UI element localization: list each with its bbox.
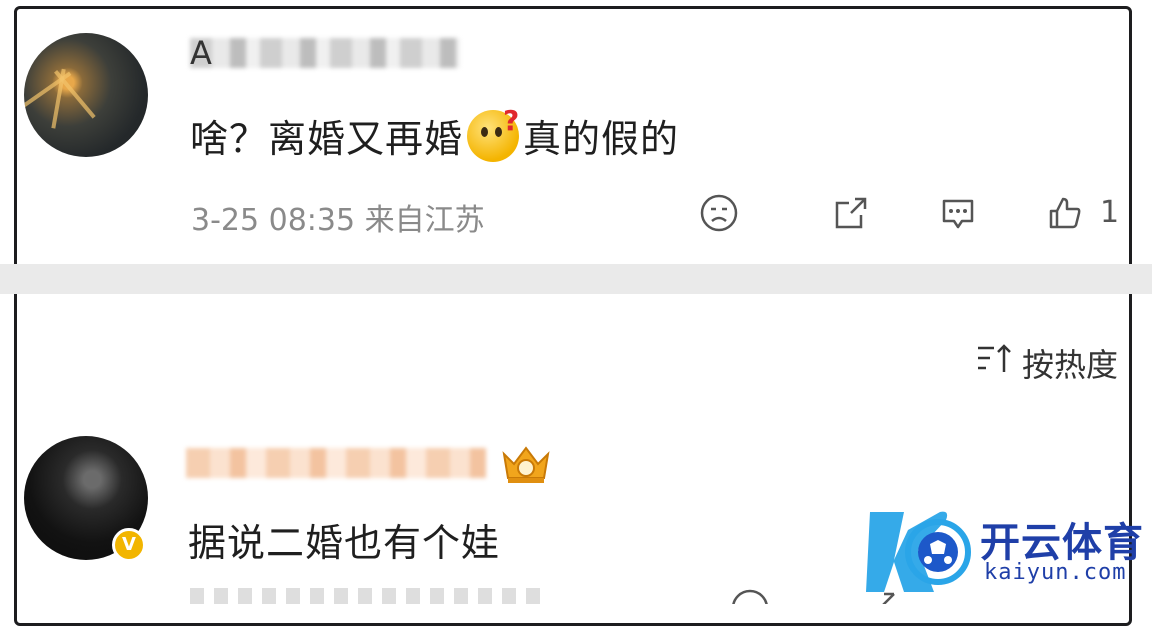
section-divider bbox=[0, 264, 1152, 294]
sort-icon bbox=[976, 342, 1014, 384]
comment-text: 啥？离婚又再婚? 真的假的 bbox=[190, 104, 680, 163]
sad-face-icon[interactable] bbox=[730, 588, 772, 604]
sad-face-icon[interactable] bbox=[698, 192, 740, 234]
comment-text-part: 啥？离婚又再婚 bbox=[190, 117, 464, 161]
comment-meta: 3-25 08:35 来自江苏 bbox=[191, 203, 485, 238]
vip-badge-icon: V bbox=[112, 528, 146, 562]
like-icon[interactable] bbox=[1044, 192, 1086, 234]
sort-label: 按热度 bbox=[1021, 346, 1118, 384]
share-icon[interactable] bbox=[830, 192, 872, 234]
crown-badge-icon bbox=[498, 440, 554, 486]
comment-text: 据说二婚也有个娃 bbox=[188, 521, 501, 565]
username-blurred[interactable] bbox=[186, 448, 486, 478]
confused-face-icon: ? bbox=[467, 104, 519, 162]
watermark-url: kaiyun.com bbox=[984, 560, 1127, 585]
comment-icon[interactable] bbox=[937, 192, 979, 234]
sort-by-hot-button[interactable]: 按热度 bbox=[976, 340, 1118, 386]
comment-meta-cutoff bbox=[190, 588, 550, 604]
like-count: 1 bbox=[1100, 195, 1120, 230]
comment-text-part: 真的假的 bbox=[523, 117, 680, 161]
username-prefix: A bbox=[190, 34, 212, 72]
avatar[interactable] bbox=[24, 33, 148, 157]
username-blurred[interactable] bbox=[190, 38, 460, 68]
